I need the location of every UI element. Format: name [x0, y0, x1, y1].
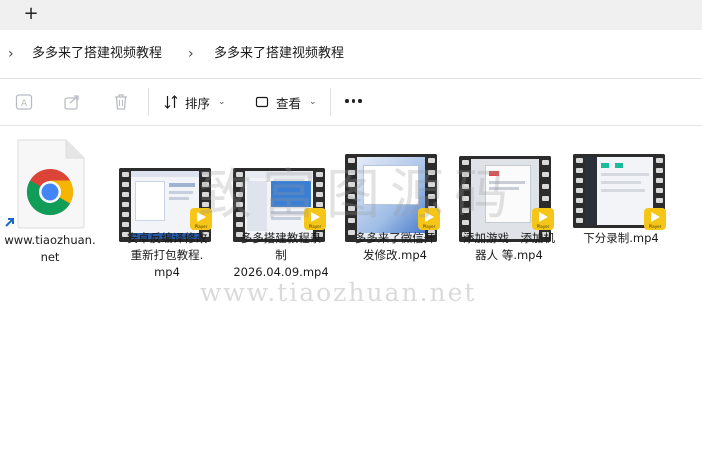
file-name-line: 下分录制.mp4	[583, 231, 659, 245]
svg-text:A: A	[21, 99, 28, 109]
file-name-line: 添加游戏 添加机	[463, 231, 555, 245]
address-bar: › 多多来了搭建视频教程 › 多多来了搭建视频教程	[0, 30, 702, 78]
sort-label: 排序	[185, 95, 211, 111]
watermark-text: 致富图源码	[198, 163, 518, 226]
file-name: 下分录制.mp4	[566, 230, 676, 247]
shortcut-arrow-icon	[2, 214, 18, 230]
file-grid: www.tiaozhuan. net Player 安卓反编译修改 重新打包教程…	[0, 126, 702, 458]
player-badge-icon: Player	[532, 208, 554, 230]
chrome-icon	[26, 168, 74, 216]
file-name: 添加游戏 添加机 器人 等.mp4	[454, 230, 564, 264]
breadcrumb-chevron-icon[interactable]: ›	[188, 44, 194, 64]
file-item-video[interactable]: Player 下分录制.mp4	[566, 126, 676, 286]
file-name: 安卓反编译修改 重新打包教程. mp4	[112, 230, 222, 281]
toolbar-separator	[330, 88, 331, 116]
file-name-line: www.tiaozhuan.	[4, 233, 96, 247]
file-name: www.tiaozhuan. net	[0, 232, 100, 266]
breadcrumb-item[interactable]: 多多来了搭建视频教程	[32, 44, 162, 64]
ai-translate-icon[interactable]: A	[14, 92, 34, 112]
file-item-shortcut[interactable]: www.tiaozhuan. net	[0, 126, 100, 271]
file-name-line: 多多来了微信开	[354, 231, 436, 245]
file-name-line: 器人 等.mp4	[475, 248, 543, 262]
chevron-down-icon: ⌄	[309, 97, 317, 107]
file-name-line: 多多搭建教程录	[240, 231, 322, 245]
player-badge-icon: Player	[644, 208, 666, 230]
sort-icon	[164, 95, 178, 109]
view-label: 查看	[276, 95, 302, 111]
file-name-line: 制	[275, 248, 287, 262]
file-name-line: net	[40, 250, 60, 264]
more-icon[interactable]	[345, 99, 362, 103]
toolbar-separator	[148, 88, 149, 116]
trash-icon[interactable]	[111, 92, 131, 112]
view-button[interactable]: 查看 ⌄	[254, 91, 317, 113]
file-name-line: 重新打包教程.	[130, 248, 204, 262]
file-name-line: 发修改.mp4	[363, 248, 427, 262]
breadcrumb-item[interactable]: 多多来了搭建视频教程	[214, 44, 344, 64]
file-name: 多多来了微信开 发修改.mp4	[340, 230, 450, 264]
breadcrumb-root-chevron-icon[interactable]: ›	[8, 44, 14, 64]
new-tab-button[interactable]: +	[22, 3, 40, 25]
sort-button[interactable]: 排序 ⌄	[163, 91, 226, 113]
share-icon[interactable]	[62, 92, 82, 112]
file-name-line: 安卓反编译修改	[126, 231, 208, 245]
tab-bar: +	[0, 0, 702, 30]
command-bar: A 排序 ⌄ 查看 ⌄	[0, 79, 702, 125]
file-name: 多多搭建教程录 制 2026.04.09.mp4	[226, 230, 336, 281]
chevron-down-icon: ⌄	[218, 97, 226, 107]
view-icon	[255, 96, 269, 108]
watermark-url: www.tiaozhuan.net	[200, 278, 477, 307]
